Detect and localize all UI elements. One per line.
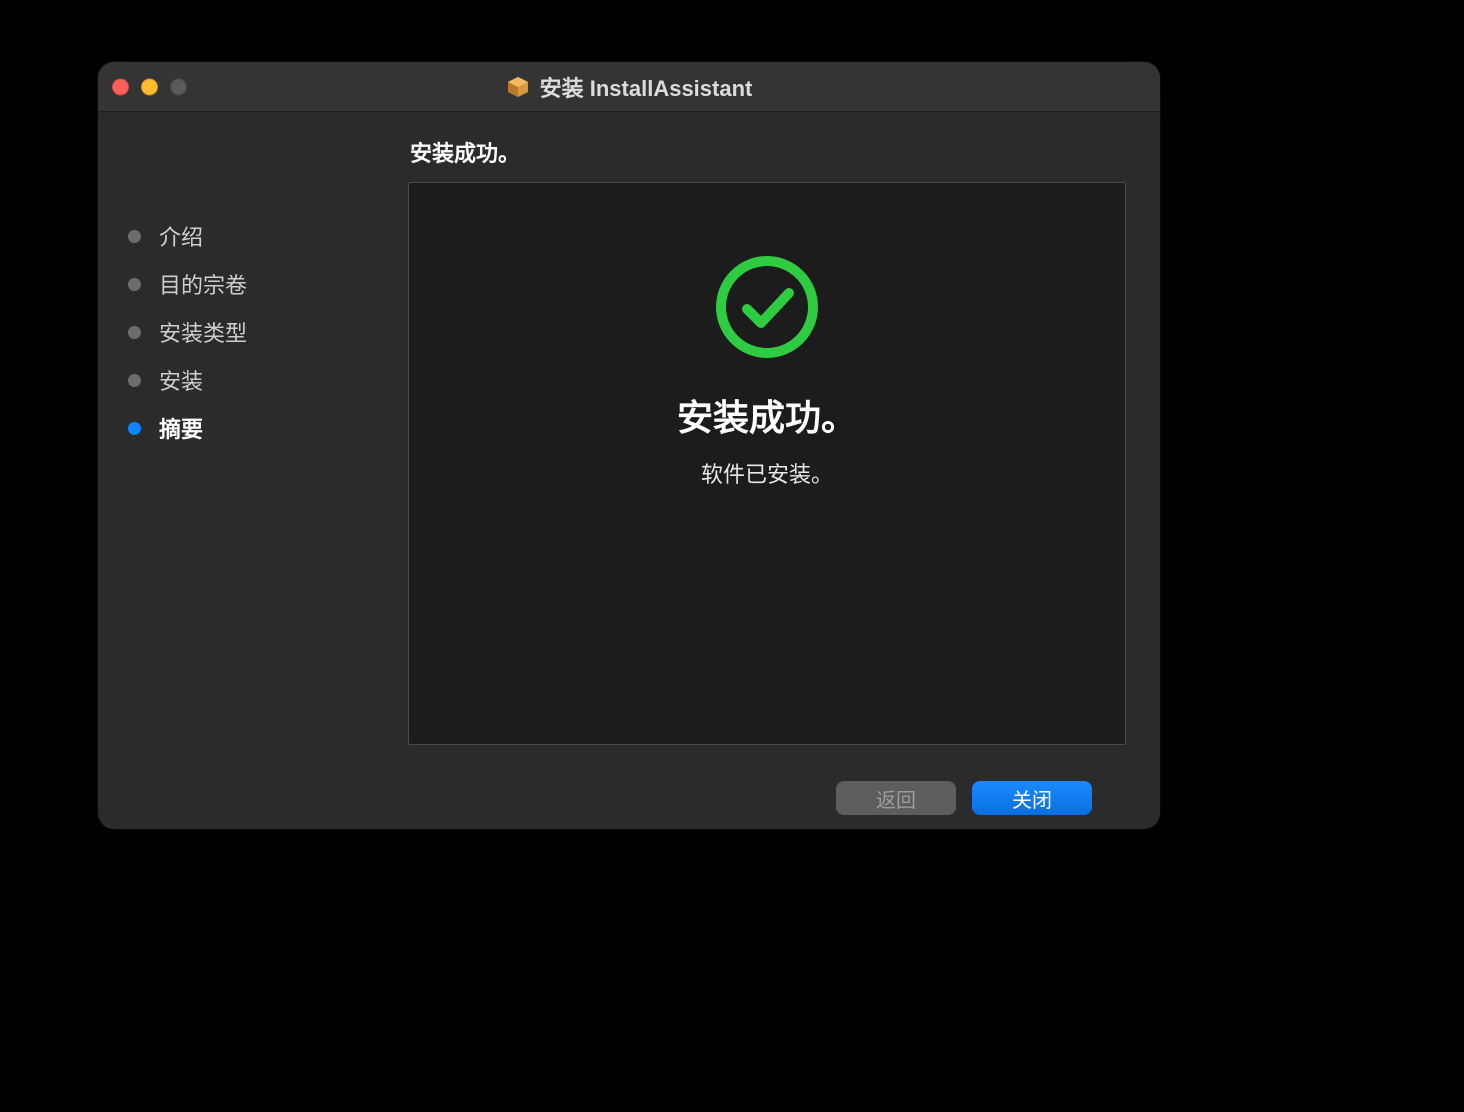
window-body: 介绍 目的宗卷 安装类型 安装 摘要 (98, 112, 1160, 829)
footer: 返回 关闭 (408, 767, 1126, 829)
step-install-type: 安装类型 (128, 308, 408, 356)
window-title-group: 安装 InstallAssistant (506, 71, 753, 103)
titlebar: 安装 InstallAssistant (98, 62, 1160, 112)
installer-window: 安装 InstallAssistant 介绍 目的宗卷 安装类型 (98, 62, 1160, 829)
step-summary: 摘要 (128, 404, 408, 452)
step-label: 安装 (159, 364, 203, 396)
section-title: 安装成功。 (410, 136, 1126, 168)
close-button[interactable]: 关闭 (972, 781, 1092, 815)
step-label: 安装类型 (159, 316, 247, 348)
sidebar: 介绍 目的宗卷 安装类型 安装 摘要 (98, 112, 408, 829)
step-label: 摘要 (159, 412, 203, 444)
content-box: 安装成功。 软件已安装。 (408, 182, 1126, 745)
step-bullet-icon (128, 422, 141, 435)
minimize-window-icon[interactable] (141, 78, 158, 95)
success-subtitle: 软件已安装。 (701, 457, 833, 489)
package-icon (506, 75, 530, 99)
step-install: 安装 (128, 356, 408, 404)
step-bullet-icon (128, 326, 141, 339)
step-list: 介绍 目的宗卷 安装类型 安装 摘要 (128, 212, 408, 452)
step-introduction: 介绍 (128, 212, 408, 260)
window-title: 安装 InstallAssistant (540, 71, 753, 103)
step-bullet-icon (128, 278, 141, 291)
back-button: 返回 (836, 781, 956, 815)
maximize-window-icon (170, 78, 187, 95)
success-title: 安装成功。 (677, 389, 857, 441)
step-destination: 目的宗卷 (128, 260, 408, 308)
checkmark-circle-icon (713, 253, 821, 361)
traffic-lights (112, 78, 187, 95)
step-bullet-icon (128, 230, 141, 243)
main-panel: 安装成功。 安装成功。 软件已安装。 返回 关闭 (408, 112, 1160, 829)
close-window-icon[interactable] (112, 78, 129, 95)
step-label: 介绍 (159, 220, 203, 252)
step-bullet-icon (128, 374, 141, 387)
step-label: 目的宗卷 (159, 268, 247, 300)
